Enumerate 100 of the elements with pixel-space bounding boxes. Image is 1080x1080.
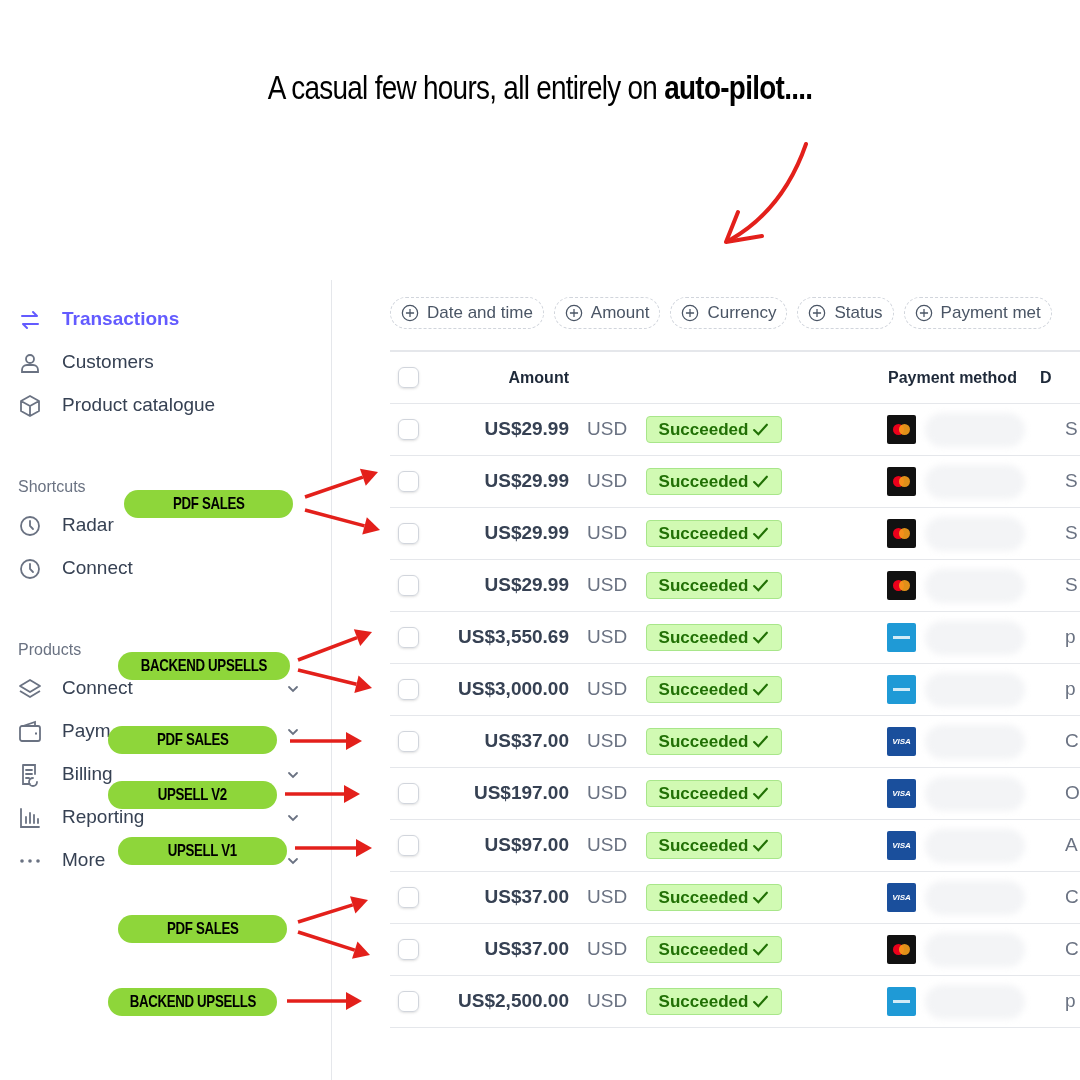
status-badge: Succeeded	[646, 572, 782, 599]
more-icon	[18, 857, 42, 864]
amount-text: US$3,550.69	[458, 625, 569, 650]
table-cell-text: p	[1065, 989, 1076, 1014]
currency-text: USD	[587, 677, 629, 702]
amount-text: US$29.99	[484, 417, 569, 442]
currency-text: USD	[587, 469, 629, 494]
status-badge: Succeeded	[646, 832, 782, 859]
currency-text: USD	[587, 521, 629, 546]
mastercard-icon	[887, 519, 916, 548]
table-cell-text: S	[1065, 573, 1078, 598]
sidebar-item[interactable]: Paym	[62, 720, 111, 742]
status-badge: Succeeded	[646, 884, 782, 911]
mastercard-icon	[887, 415, 916, 444]
headline: A casual few hours, all entirely on auto-pilot....	[267, 67, 813, 108]
wallet-icon	[18, 719, 42, 744]
amount-text: US$29.99	[484, 521, 569, 546]
plus-circle-icon	[808, 304, 827, 322]
sidebar-item[interactable]: Transactions	[62, 308, 180, 330]
plus-circle-icon	[564, 304, 583, 322]
check-icon	[752, 993, 770, 1010]
amount-text: US$29.99	[484, 469, 569, 494]
pointer-arrow	[290, 732, 362, 750]
table-cell-text: S	[1065, 521, 1078, 546]
amount-text: US$3,000.00	[458, 677, 569, 702]
annotation-tooltip: BACKEND UPSELLS	[118, 652, 290, 680]
sidebar-item[interactable]: Customers	[62, 351, 154, 373]
status-badge: Succeeded	[646, 520, 782, 547]
table-cell-text: C	[1065, 885, 1079, 910]
plus-circle-icon	[681, 304, 700, 322]
checkbox[interactable]	[398, 783, 419, 804]
checkbox[interactable]	[398, 887, 419, 908]
mastercard-icon	[887, 467, 916, 496]
sidebar-item[interactable]: More	[62, 849, 106, 871]
check-icon	[752, 473, 770, 490]
status-badge: Succeeded	[646, 624, 782, 651]
currency-text: USD	[587, 781, 629, 806]
sidebar-item[interactable]: Product catalogue	[62, 394, 216, 416]
currency-text: USD	[587, 885, 629, 910]
check-icon	[752, 681, 770, 698]
table-cell-text: C	[1065, 729, 1079, 754]
checkbox[interactable]	[398, 627, 419, 648]
section-heading: Products	[18, 640, 83, 660]
table-cell-text: A	[1065, 833, 1078, 858]
sidebar-item[interactable]: Radar	[62, 514, 114, 536]
annotation-tooltip: UPSELL V1	[118, 837, 287, 865]
checkbox[interactable]	[398, 991, 419, 1012]
amount-text: US$37.00	[484, 729, 569, 754]
annotation-tooltip: PDF SALES	[124, 490, 293, 518]
checkbox[interactable]	[398, 523, 419, 544]
checkbox[interactable]	[398, 939, 419, 960]
plus-circle-icon	[401, 304, 419, 322]
status-badge: Succeeded	[646, 988, 782, 1015]
status-badge: Succeeded	[646, 416, 782, 443]
status-badge: Succeeded	[646, 780, 782, 807]
check-icon	[752, 837, 770, 854]
pointer-arrow	[297, 896, 368, 924]
layers-icon	[18, 676, 42, 701]
status-badge: Succeeded	[646, 468, 782, 495]
visa-icon: VISA	[887, 779, 916, 808]
column-header: Payment method	[888, 368, 1017, 386]
sidebar-item[interactable]: Reporting	[62, 806, 145, 828]
check-icon	[752, 421, 770, 438]
currency-text: USD	[587, 833, 629, 858]
status-badge: Succeeded	[646, 676, 782, 703]
table-cell-text: p	[1065, 677, 1076, 702]
check-icon	[752, 577, 770, 594]
sidebar-item[interactable]: Connect	[62, 677, 133, 699]
check-icon	[752, 733, 770, 750]
table-cell-text: O	[1065, 781, 1080, 806]
visa-icon: VISA	[887, 831, 916, 860]
checkbox[interactable]	[398, 835, 419, 856]
cube-icon	[18, 393, 42, 418]
check-icon	[752, 525, 770, 542]
plus-circle-icon	[914, 304, 933, 322]
table-cell-text: p	[1065, 625, 1076, 650]
table-cell-text: S	[1065, 417, 1078, 442]
amount-text: US$37.00	[484, 937, 569, 962]
table-cell-text: C	[1065, 937, 1079, 962]
checkbox[interactable]	[398, 367, 419, 388]
amount-text: US$29.99	[484, 573, 569, 598]
annotation-tooltip: PDF SALES	[118, 915, 287, 943]
check-icon	[752, 889, 770, 906]
amount-text: US$2,500.00	[458, 989, 569, 1014]
checkbox[interactable]	[398, 419, 419, 440]
card-icon	[887, 623, 916, 652]
annotation-tooltip: BACKEND UPSELLS	[108, 988, 277, 1016]
amount-text: US$97.00	[484, 833, 569, 858]
sidebar-item[interactable]: Connect	[62, 557, 133, 579]
clock-icon	[18, 556, 42, 581]
clock-icon	[18, 513, 42, 538]
checkbox[interactable]	[398, 575, 419, 596]
checkbox[interactable]	[398, 731, 419, 752]
check-icon	[752, 629, 770, 646]
column-header: D	[1040, 367, 1052, 388]
checkbox[interactable]	[398, 471, 419, 492]
card-icon	[887, 987, 916, 1016]
checkbox[interactable]	[398, 679, 419, 700]
section-heading: Shortcuts	[18, 477, 87, 497]
status-badge: Succeeded	[646, 936, 782, 963]
